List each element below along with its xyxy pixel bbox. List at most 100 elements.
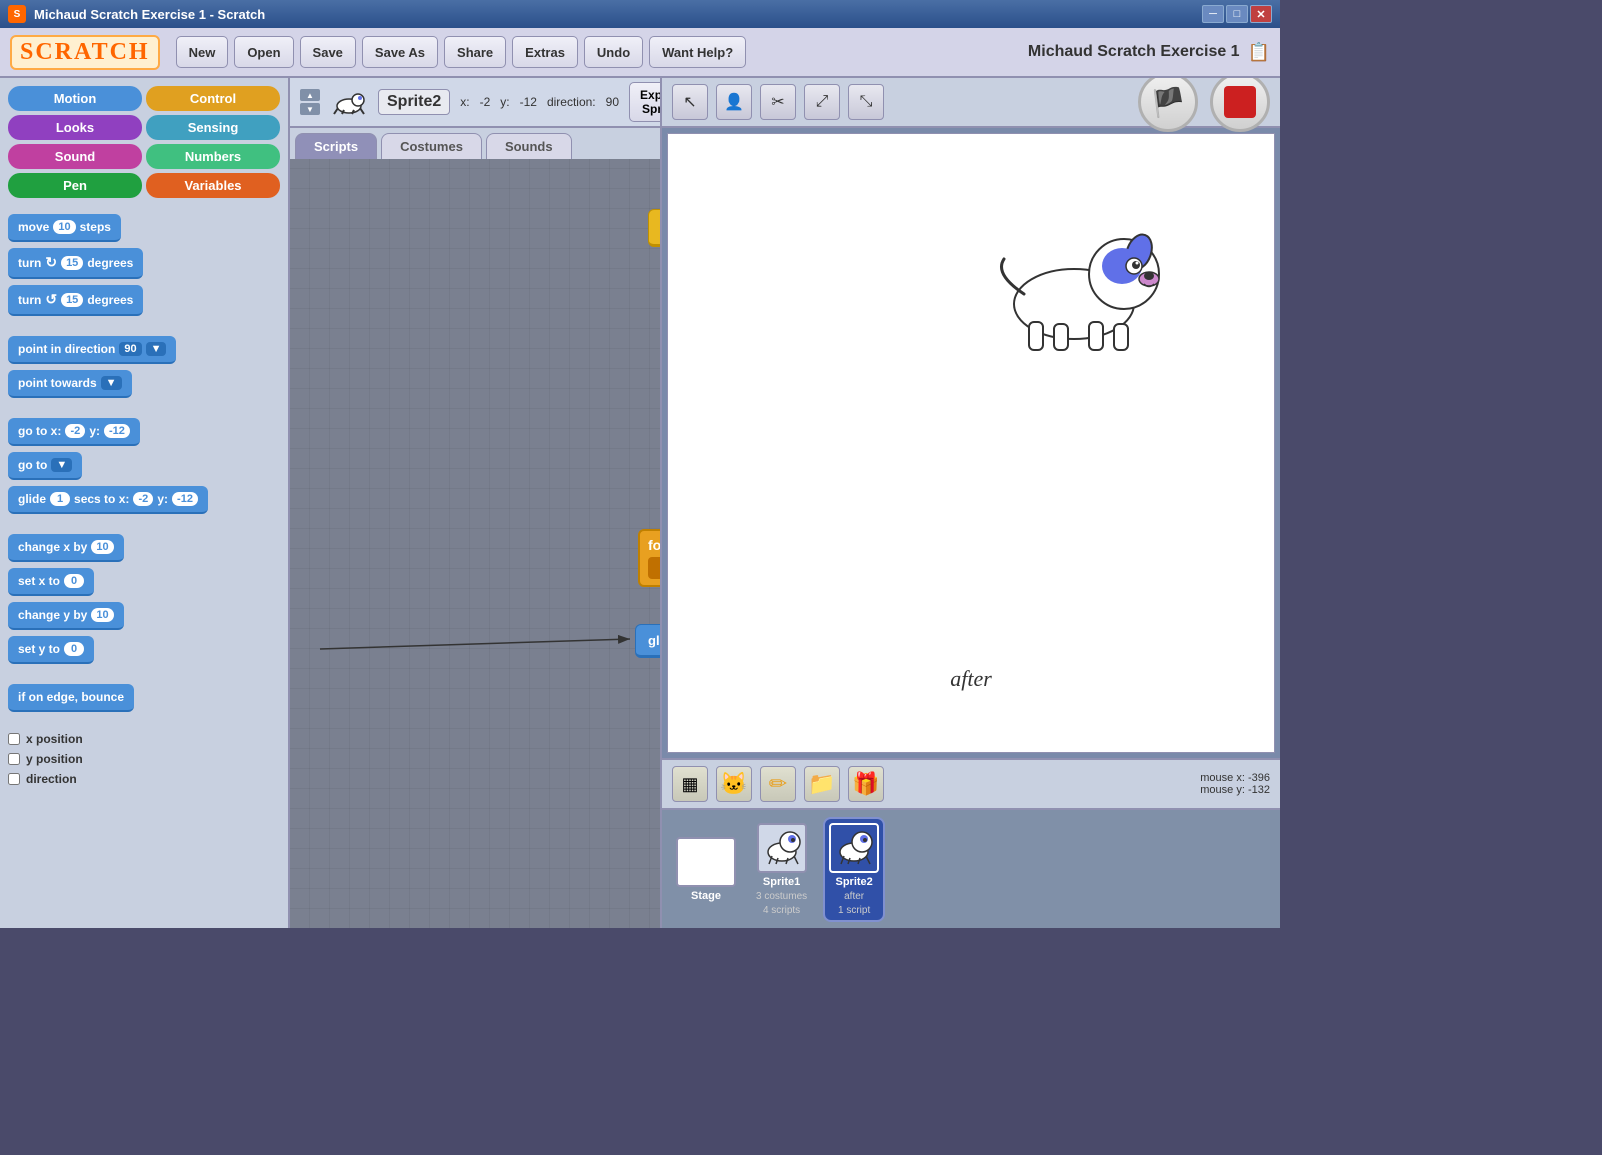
stage-thumbnail[interactable]	[676, 837, 736, 887]
project-name: Michaud Scratch Exercise 1	[1028, 43, 1240, 61]
cat-numbers-button[interactable]: Numbers	[146, 144, 280, 169]
block-point-towards-val[interactable]: ▼	[101, 376, 122, 390]
green-flag-button[interactable]: 🏴	[1138, 78, 1198, 132]
notes-icon[interactable]: 📋	[1248, 42, 1270, 63]
paint-sprite-button[interactable]: ✏	[760, 766, 796, 802]
block-set-x[interactable]: set x to 0	[8, 568, 94, 596]
cat-motion-button[interactable]: Motion	[8, 86, 142, 111]
saveas-button[interactable]: Save As	[362, 36, 438, 68]
checkbox-direction[interactable]: direction	[8, 772, 280, 786]
nav-down-arrow[interactable]: ▼	[300, 103, 320, 115]
help-button[interactable]: Want Help?	[649, 36, 746, 68]
checkbox-y-position[interactable]: y position	[8, 752, 280, 766]
cat-variables-button[interactable]: Variables	[146, 173, 280, 198]
block-move-num: 10	[53, 220, 75, 234]
checkbox-direction-input[interactable]	[8, 773, 20, 785]
cat-control-button[interactable]: Control	[146, 86, 280, 111]
block-change-x[interactable]: change x by 10	[8, 534, 124, 562]
sprite-thumbnail-img	[330, 88, 368, 116]
cat-sensing-button[interactable]: Sensing	[146, 115, 280, 140]
block-move[interactable]: move 10 steps	[8, 214, 121, 242]
cat-sound-button[interactable]: Sound	[8, 144, 142, 169]
stop-button[interactable]	[1210, 78, 1270, 132]
tab-scripts[interactable]: Scripts	[295, 133, 377, 159]
open-button[interactable]: Open	[234, 36, 293, 68]
script-canvas[interactable]: when 🏳 clicked forever glide 1 secs	[290, 159, 660, 928]
block-if-edge[interactable]: if on edge, bounce	[8, 684, 134, 712]
stage-view-button[interactable]: ▦	[672, 766, 708, 802]
block-move-unit: steps	[80, 220, 111, 234]
cut-tool-button[interactable]: ✂	[760, 84, 796, 120]
sprite-thumb-sprite1[interactable]: Sprite1 3 costumes 4 scripts	[752, 819, 811, 920]
sprite2-img	[834, 828, 874, 868]
category-buttons: Motion Control Looks Sensing Sound Numbe…	[0, 78, 288, 206]
nav-up-arrow[interactable]: ▲	[300, 89, 320, 101]
sprites-panel: Stage	[662, 808, 1280, 928]
canvas-block-when-clicked[interactable]: when 🏳 clicked	[648, 209, 660, 247]
folder-sprite-button[interactable]: 📁	[804, 766, 840, 802]
block-point-dir-label: point in direction	[18, 342, 115, 356]
cat-pen-button[interactable]: Pen	[8, 173, 142, 198]
block-glide-y: -12	[172, 492, 198, 506]
block-set-y[interactable]: set y to 0	[8, 636, 94, 664]
block-glide[interactable]: glide 1 secs to x: -2 y: -12	[8, 486, 208, 514]
canvas-block-forever[interactable]: forever	[638, 529, 660, 595]
shrink-tool-button[interactable]: ⤡	[848, 84, 884, 120]
sprite-dir-label: direction:	[547, 95, 596, 109]
title-text: Michaud Scratch Exercise 1 - Scratch	[34, 7, 1202, 22]
canvas-block-glide[interactable]: glide 1 secs to x: -2 y: -12	[635, 624, 660, 658]
sprite1-thumbnail[interactable]	[757, 823, 807, 873]
sprite2-thumbnail[interactable]	[829, 823, 879, 873]
block-point-dir-val[interactable]: 90	[119, 342, 141, 356]
sprite-y-val: -12	[520, 95, 537, 109]
block-turn-ccw[interactable]: turn ↺ 15 degrees	[8, 285, 143, 316]
tab-sounds[interactable]: Sounds	[486, 133, 572, 159]
dog-sprite-svg	[974, 214, 1174, 354]
new-button[interactable]: New	[176, 36, 229, 68]
block-point-direction[interactable]: point in direction 90 ▼	[8, 336, 176, 364]
block-goto-dd-val[interactable]: ▼	[51, 458, 72, 472]
minimize-button[interactable]: ─	[1202, 5, 1224, 23]
surprise-sprite-button[interactable]: 🎁	[848, 766, 884, 802]
block-change-y[interactable]: change y by 10	[8, 602, 124, 630]
sprite-nav: ▲ ▼	[300, 89, 320, 115]
stamp-tool-button[interactable]: 👤	[716, 84, 752, 120]
sprite-name[interactable]: Sprite2	[378, 89, 450, 115]
cat-looks-button[interactable]: Looks	[8, 115, 142, 140]
block-set-x-label: set x to	[18, 574, 60, 588]
block-goto-dropdown[interactable]: go to ▼	[8, 452, 82, 480]
block-turn-ccw-label: turn	[18, 293, 41, 307]
sprite1-sub2: 4 scripts	[763, 905, 800, 916]
block-point-towards[interactable]: point towards ▼	[8, 370, 132, 398]
sprite2-sub1: after	[844, 891, 864, 902]
block-turn-cw[interactable]: turn ↻ 15 degrees	[8, 248, 143, 279]
mouse-x-value: -396	[1248, 772, 1270, 784]
maximize-button[interactable]: □	[1226, 5, 1248, 23]
block-point-dir-arrow[interactable]: ▼	[146, 342, 167, 356]
new-sprite-button[interactable]: 🐱	[716, 766, 752, 802]
block-goto-xy-label: go to x:	[18, 424, 61, 438]
extras-button[interactable]: Extras	[512, 36, 578, 68]
block-set-y-label: set y to	[18, 642, 60, 656]
cursor-tool-button[interactable]: ↖	[672, 84, 708, 120]
block-goto-xy[interactable]: go to x: -2 y: -12	[8, 418, 140, 446]
share-button[interactable]: Share	[444, 36, 506, 68]
block-goto-y-label: y:	[89, 424, 100, 438]
expand-tool-button[interactable]: ⤢	[804, 84, 840, 120]
sprite-thumb-sprite2[interactable]: Sprite2 after 1 script	[823, 817, 885, 922]
save-button[interactable]: Save	[300, 36, 356, 68]
checkbox-y-position-input[interactable]	[8, 753, 20, 765]
block-goto-dd-label: go to	[18, 458, 47, 472]
sprite-coordinates: x: -2 y: -12 direction: 90	[460, 95, 619, 109]
sprite-thumb-stage[interactable]: Stage	[672, 833, 740, 906]
mouse-y-value: -132	[1248, 784, 1270, 796]
tab-costumes[interactable]: Costumes	[381, 133, 482, 159]
sprite-thumbnail	[330, 87, 368, 117]
undo-button[interactable]: Undo	[584, 36, 643, 68]
sprite2-label: Sprite2	[835, 876, 872, 888]
close-button[interactable]: ✕	[1250, 5, 1272, 23]
checkbox-x-position-input[interactable]	[8, 733, 20, 745]
stage-sprite	[974, 214, 1174, 354]
export-sprite-button[interactable]: Export Sprite	[629, 82, 660, 122]
checkbox-x-position[interactable]: x position	[8, 732, 280, 746]
